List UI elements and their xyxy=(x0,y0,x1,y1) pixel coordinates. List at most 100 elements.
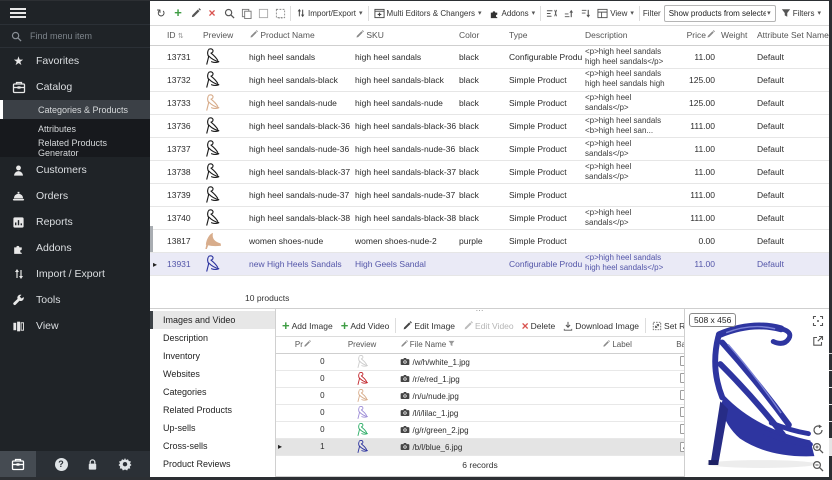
row-selector-cell[interactable] xyxy=(276,421,293,438)
collapse-tree-button[interactable] xyxy=(578,6,592,20)
hamburger-menu-button[interactable] xyxy=(0,1,150,25)
sidebar-item-related-products-generator[interactable]: Related Products Generator xyxy=(0,138,150,157)
row-selector-cell[interactable] xyxy=(150,160,164,183)
external-link-icon[interactable] xyxy=(810,333,825,348)
sidebar-item-tools[interactable]: Tools xyxy=(0,287,150,313)
row-selector-cell[interactable] xyxy=(276,370,293,387)
column-header-price[interactable]: Price xyxy=(674,26,718,45)
zoom-in-icon[interactable] xyxy=(810,440,825,455)
product-row[interactable]: 13931 new High Heels Sandals High Geels … xyxy=(150,252,829,275)
edit-video-button[interactable]: Edit Video xyxy=(461,319,516,333)
sidebar-item-attributes[interactable]: Attributes xyxy=(0,119,150,138)
sidebar-item-import-export[interactable]: Import / Export xyxy=(0,261,150,287)
row-selector-cell[interactable] xyxy=(150,183,164,206)
rotate-icon[interactable] xyxy=(810,422,825,437)
edit-product-button[interactable] xyxy=(188,6,202,20)
tab-cross-sells[interactable]: Cross-sells xyxy=(150,437,275,455)
column-header-attribute-set[interactable]: Attribute Set Name xyxy=(754,26,829,45)
sidebar-item-favorites[interactable]: ★Favorites xyxy=(0,48,150,74)
tab-description[interactable]: Description xyxy=(150,329,275,347)
tab-up-sells[interactable]: Up-sells xyxy=(150,419,275,437)
lock-icon[interactable] xyxy=(86,458,99,471)
row-selector-cell[interactable] xyxy=(276,404,293,421)
product-row[interactable]: 13731 high heel sandals high heel sandal… xyxy=(150,45,829,68)
sort-text-button[interactable] xyxy=(544,6,558,20)
row-selector-cell[interactable] xyxy=(150,45,164,68)
addons-menu[interactable]: Addons▾ xyxy=(487,6,538,21)
column-header-priority[interactable]: Pr xyxy=(293,337,327,353)
paste-special-button[interactable] xyxy=(273,6,287,20)
tab-images-and-video[interactable]: Images and Video xyxy=(150,311,275,329)
download-image-button[interactable]: Download Image xyxy=(561,319,641,333)
add-video-button[interactable]: +Add Video xyxy=(339,319,392,333)
row-selector-header[interactable] xyxy=(150,26,164,45)
product-row[interactable]: 13738 high heel sandals-black-37 high he… xyxy=(150,160,829,183)
refresh-button[interactable]: ↻ xyxy=(154,6,168,20)
sidebar-item-reports[interactable]: Reports xyxy=(0,209,150,235)
add-product-button[interactable]: + xyxy=(171,6,185,20)
product-row[interactable]: 13740 high heel sandals-black-38 high he… xyxy=(150,206,829,229)
sidebar-item-view[interactable]: View xyxy=(0,313,150,339)
row-selector-cell[interactable] xyxy=(150,252,164,275)
store-manager-button[interactable] xyxy=(0,451,36,477)
tab-websites[interactable]: Websites xyxy=(150,365,275,383)
filter-dropdown[interactable]: Show products from selected categories▾ xyxy=(664,5,776,22)
cell-color: black xyxy=(456,45,506,68)
column-header-file-name[interactable]: File Name xyxy=(398,337,601,353)
column-header-type[interactable]: Type xyxy=(506,26,582,45)
row-selector-header[interactable] xyxy=(276,337,293,353)
import-export-menu[interactable]: Import/Export▾ xyxy=(294,6,365,20)
checkbox-mode-button[interactable] xyxy=(256,6,270,20)
delete-image-button[interactable]: ×Delete xyxy=(520,319,558,333)
column-header-color[interactable]: Color xyxy=(456,26,506,45)
multi-editors-menu[interactable]: Multi Editors & Changers▾ xyxy=(372,6,484,21)
column-header-label[interactable]: Label xyxy=(600,337,657,353)
row-selector-cell[interactable] xyxy=(276,353,293,370)
wrench-icon xyxy=(11,294,26,307)
tab-related-products[interactable]: Related Products xyxy=(150,401,275,419)
sidebar-item-customers[interactable]: Customers xyxy=(0,157,150,183)
delete-product-button[interactable]: × xyxy=(205,6,219,20)
search-products-button[interactable] xyxy=(222,6,236,20)
product-row[interactable]: 13732 high heel sandals-black high heel … xyxy=(150,68,829,91)
zoom-out-icon[interactable] xyxy=(810,458,825,473)
sidebar-search[interactable]: Find menu item xyxy=(0,25,150,48)
product-row[interactable]: 13736 high heel sandals-black-36 high he… xyxy=(150,114,829,137)
add-image-button[interactable]: +Add Image xyxy=(280,319,335,333)
product-row[interactable]: 13739 high heel sandals-nude-37 high hee… xyxy=(150,183,829,206)
grid-left-scrollbar[interactable] xyxy=(150,226,153,252)
cell-file-name: /r/e/red_1.jpg xyxy=(398,370,601,387)
tab-categories[interactable]: Categories xyxy=(150,383,275,401)
expand-tree-button[interactable] xyxy=(561,6,575,20)
column-header-sku[interactable]: SKU xyxy=(352,26,456,45)
sidebar-item-addons[interactable]: Addons xyxy=(0,235,150,261)
cell-type: Simple Product xyxy=(506,68,582,91)
column-header-weight[interactable]: Weight xyxy=(718,26,754,45)
product-row[interactable]: 13733 high heel sandals-nude high heel s… xyxy=(150,91,829,114)
gear-icon[interactable] xyxy=(118,457,132,471)
column-header-preview[interactable]: Preview xyxy=(200,26,246,45)
sidebar-item-catalog[interactable]: Catalog xyxy=(0,74,150,100)
view-menu[interactable]: View▾ xyxy=(595,6,636,21)
product-row[interactable]: 13817 women shoes-nude women shoes-nude-… xyxy=(150,229,829,252)
sidebar-item-categories-products[interactable]: Categories & Products xyxy=(0,100,150,119)
edit-image-button[interactable]: Edit Image xyxy=(400,319,457,333)
tab-product-reviews[interactable]: Product Reviews xyxy=(150,455,275,473)
filters-menu[interactable]: Filters▾ xyxy=(779,6,823,20)
fullscreen-icon[interactable] xyxy=(810,313,825,328)
row-selector-cell[interactable] xyxy=(150,114,164,137)
copy-button[interactable] xyxy=(239,6,253,20)
help-icon[interactable]: ? xyxy=(55,458,68,471)
row-selector-cell[interactable] xyxy=(150,68,164,91)
column-header-id[interactable]: ID ⇅ xyxy=(164,26,200,45)
column-header-description[interactable]: Description xyxy=(582,26,674,45)
row-selector-cell[interactable] xyxy=(150,137,164,160)
row-selector-cell[interactable] xyxy=(276,387,293,404)
column-header-preview[interactable]: Preview xyxy=(327,337,398,353)
column-header-product-name[interactable]: Product Name xyxy=(246,26,352,45)
sidebar-item-orders[interactable]: Orders xyxy=(0,183,150,209)
product-row[interactable]: 13737 high heel sandals-nude-36 high hee… xyxy=(150,137,829,160)
row-selector-cell[interactable] xyxy=(150,91,164,114)
row-selector-cell[interactable] xyxy=(276,438,293,455)
tab-inventory[interactable]: Inventory xyxy=(150,347,275,365)
